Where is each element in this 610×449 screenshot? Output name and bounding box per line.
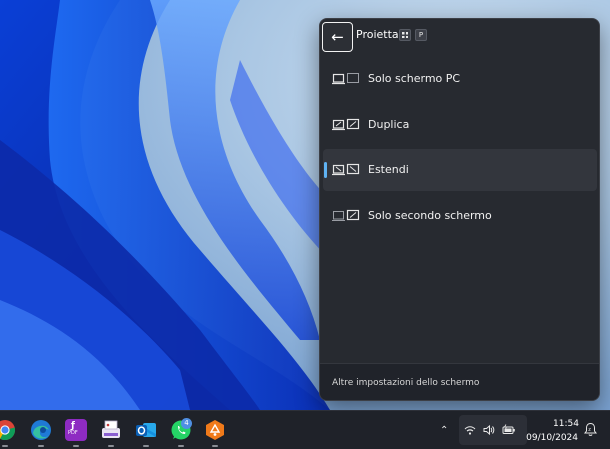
more-display-settings-link[interactable]: Altre impostazioni dello schermo xyxy=(332,378,479,388)
wifi-icon xyxy=(464,426,476,435)
chevron-up-icon[interactable]: ⌃ xyxy=(440,425,448,436)
running-indicator xyxy=(38,445,44,447)
running-indicator xyxy=(178,445,184,447)
pdf-app-icon[interactable]: PDF ƒ xyxy=(65,419,87,441)
notification-badge: 4 xyxy=(181,418,192,429)
extend-icon xyxy=(332,163,360,176)
clock-date[interactable]: 09/10/2024 xyxy=(526,433,578,443)
option-label: Estendi xyxy=(368,163,409,176)
second-screen-only-icon xyxy=(332,209,360,221)
battery-icon xyxy=(502,424,515,434)
chrome-icon[interactable] xyxy=(0,419,16,441)
outlook-icon[interactable] xyxy=(135,419,157,441)
back-button[interactable]: ← xyxy=(322,22,353,52)
selection-indicator xyxy=(324,162,327,178)
printer-app-icon[interactable] xyxy=(100,419,122,441)
option-label: Solo secondo schermo xyxy=(368,209,492,222)
pc-screen-only-icon xyxy=(332,73,359,85)
flyout-title: Proietta xyxy=(356,28,399,41)
option-extend[interactable]: Estendi xyxy=(323,149,597,191)
windows-key-icon xyxy=(399,29,411,41)
arrow-left-icon: ← xyxy=(331,28,344,46)
svg-text:z: z xyxy=(588,427,591,433)
running-indicator xyxy=(143,445,149,447)
option-label: Solo schermo PC xyxy=(368,72,461,85)
orange-app-icon[interactable] xyxy=(204,419,226,441)
option-duplicate[interactable]: Duplica xyxy=(323,104,597,146)
duplicate-icon xyxy=(332,118,360,131)
option-label: Duplica xyxy=(368,118,410,131)
project-flyout: ← Proietta P Solo schermo PC Duplica Est… xyxy=(319,18,600,401)
shortcut-key-p: P xyxy=(415,29,427,41)
flyout-footer: Altre impostazioni dello schermo xyxy=(320,363,599,400)
running-indicator xyxy=(2,445,8,447)
running-indicator xyxy=(212,445,218,447)
option-second-screen-only[interactable]: Solo secondo schermo xyxy=(323,195,597,237)
taskbar: PDF ƒ 4 ⌃ 11:54 09/10/2024 z xyxy=(0,410,610,449)
option-pc-screen-only[interactable]: Solo schermo PC xyxy=(323,58,597,100)
running-indicator xyxy=(108,445,114,447)
volume-icon xyxy=(483,424,495,436)
flyout-header: ← Proietta P xyxy=(320,19,599,55)
system-tray[interactable] xyxy=(459,415,527,445)
edge-icon[interactable] xyxy=(30,419,52,441)
clock-time[interactable]: 11:54 xyxy=(546,419,586,429)
running-indicator xyxy=(73,445,79,447)
notification-bell-icon[interactable]: z xyxy=(584,422,597,437)
